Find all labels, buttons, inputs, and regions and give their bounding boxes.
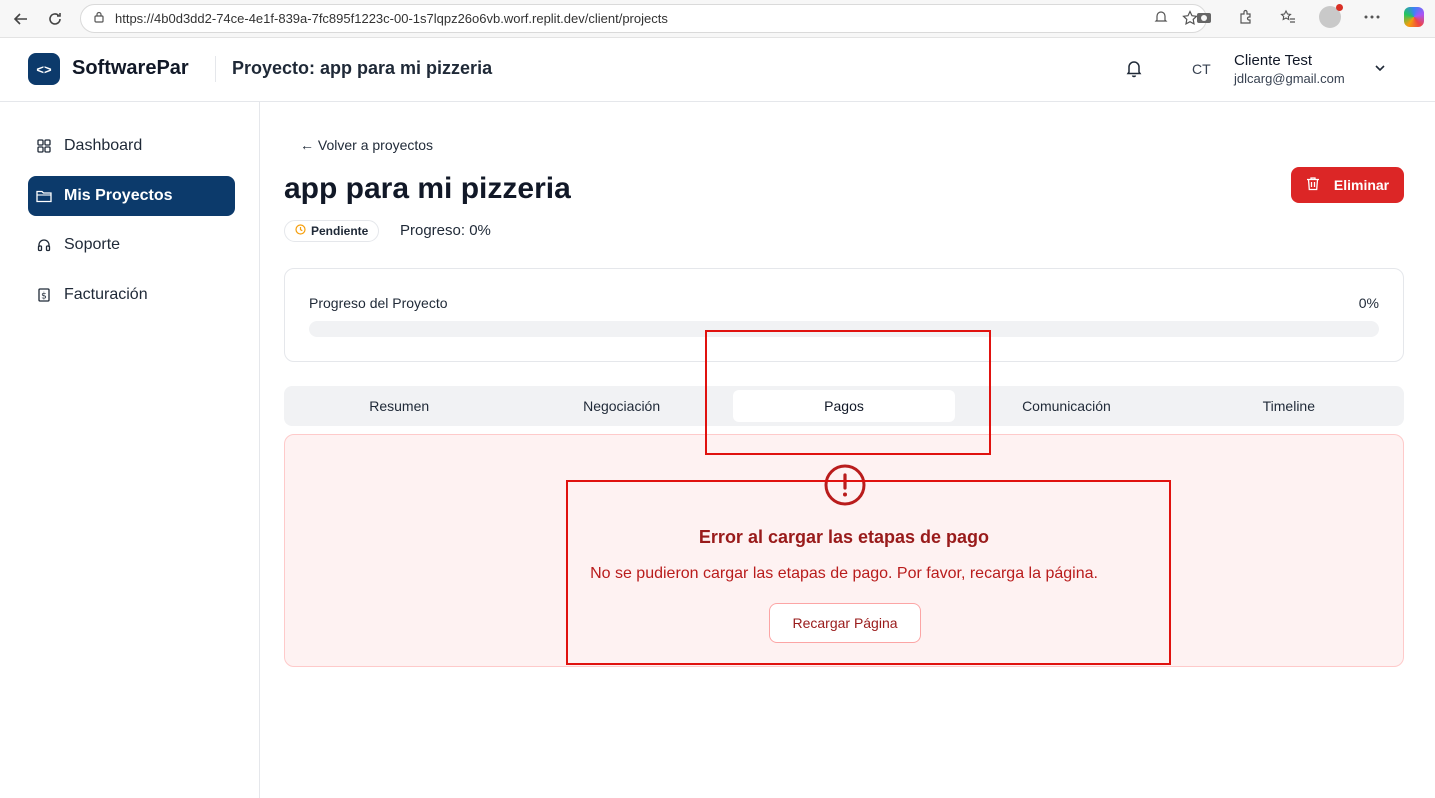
alert-circle-icon	[823, 463, 867, 507]
copilot-icon[interactable]	[1403, 6, 1425, 28]
folder-icon	[36, 188, 52, 204]
favorites-list-icon[interactable]	[1277, 6, 1299, 28]
delete-label: Eliminar	[1333, 177, 1390, 193]
lock-icon	[93, 10, 105, 28]
clock-icon	[295, 224, 306, 238]
progress-card-label: Progreso del Proyecto	[309, 295, 448, 311]
delete-button[interactable]: Eliminar	[1291, 167, 1404, 203]
code-logo-icon[interactable]: <>	[28, 53, 60, 85]
user-initials-avatar[interactable]: CT	[1192, 61, 1211, 77]
app-header: <> SoftwarePar Proyecto: app para mi piz…	[0, 38, 1435, 102]
more-options-icon[interactable]	[1361, 6, 1383, 28]
progress-bar	[309, 321, 1379, 337]
trash-icon	[1306, 176, 1320, 194]
tab-comunicacion[interactable]: Comunicación	[955, 390, 1177, 422]
url-text: https://4b0d3dd2-74ce-4e1f-839a-7fc895f1…	[115, 11, 668, 26]
status-badge: Pendiente	[284, 220, 380, 242]
tab-pagos[interactable]: Pagos	[732, 390, 956, 422]
address-bar[interactable]: https://4b0d3dd2-74ce-4e1f-839a-7fc895f1…	[80, 4, 1207, 33]
chevron-down-icon[interactable]	[1372, 60, 1388, 76]
error-message: No se pudieron cargar las etapas de pago…	[590, 565, 1098, 582]
sidebar-item-soporte[interactable]: Soporte	[28, 225, 235, 265]
notification-bell-icon[interactable]	[1154, 10, 1168, 31]
status-label: Pendiente	[311, 224, 369, 238]
reload-icon[interactable]	[38, 2, 72, 36]
profile-avatar-icon[interactable]	[1319, 4, 1343, 28]
sidebar-item-label: Soporte	[64, 236, 121, 253]
reload-page-button[interactable]: Recargar Página	[769, 603, 921, 643]
sidebar-item-label: Dashboard	[64, 137, 143, 154]
page-title: app para mi pizzeria	[284, 172, 571, 205]
tab-timeline[interactable]: Timeline	[1178, 390, 1400, 422]
bell-icon[interactable]	[1124, 58, 1144, 78]
back-arrow-icon[interactable]	[4, 2, 38, 36]
error-panel: Error al cargar las etapas de pago No se…	[284, 434, 1404, 667]
tab-negociacion[interactable]: Negociación	[510, 390, 732, 422]
brand-name[interactable]: SoftwarePar	[72, 57, 189, 80]
sidebar-item-dashboard[interactable]: Dashboard	[28, 126, 235, 166]
header-divider	[215, 56, 216, 82]
grid-icon	[36, 138, 52, 154]
project-tabs: Resumen Negociación Pagos Comunicación T…	[284, 386, 1404, 426]
screenshot-icon[interactable]	[1193, 6, 1215, 28]
headset-icon	[36, 237, 52, 253]
back-to-projects-link[interactable]: ← Volver a proyectos	[300, 137, 433, 153]
user-name[interactable]: Cliente Test	[1234, 52, 1312, 69]
user-email: jdlcarg@gmail.com	[1234, 71, 1345, 86]
progress-summary: Progreso: 0%	[400, 222, 491, 239]
error-title: Error al cargar las etapas de pago	[698, 527, 990, 547]
sidebar-item-label: Mis Proyectos	[64, 187, 173, 204]
progress-card: Progreso del Proyecto 0%	[284, 268, 1404, 362]
sidebar-item-mis-proyectos[interactable]: Mis Proyectos	[28, 176, 235, 216]
invoice-icon: $	[36, 287, 52, 303]
extensions-icon[interactable]	[1235, 6, 1257, 28]
svg-text:$: $	[41, 292, 47, 302]
logo-glyph: <>	[36, 61, 52, 77]
tab-resumen[interactable]: Resumen	[288, 390, 510, 422]
sidebar-item-label: Facturación	[64, 286, 148, 303]
project-title: Proyecto: app para mi pizzeria	[232, 58, 493, 78]
sidebar-item-facturacion[interactable]: $ Facturación	[28, 275, 235, 315]
browser-toolbar: https://4b0d3dd2-74ce-4e1f-839a-7fc895f1…	[0, 0, 1435, 38]
progress-card-value: 0%	[1358, 295, 1379, 311]
sidebar: Dashboard Mis Proyectos Soporte $ Factur…	[0, 102, 260, 798]
